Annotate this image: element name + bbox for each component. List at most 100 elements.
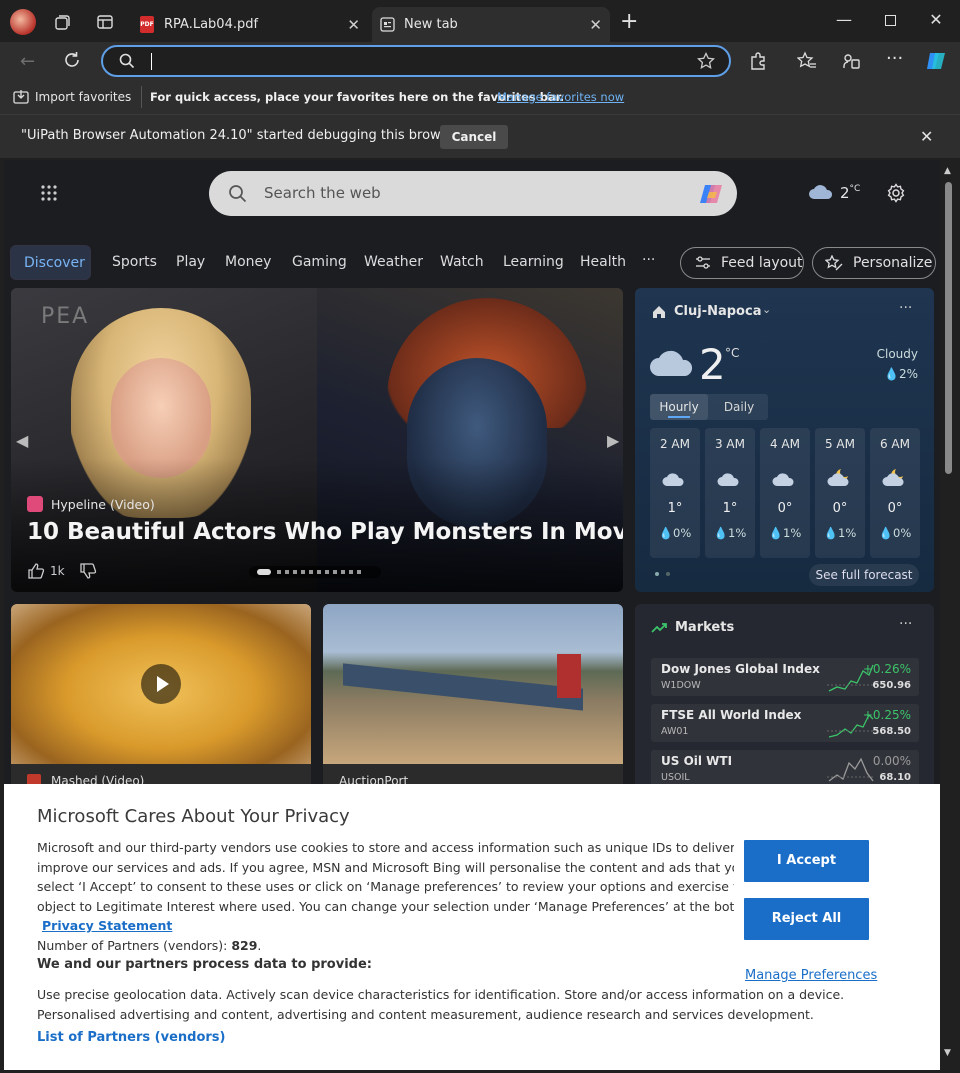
more-tabs-button[interactable]: ··· [642, 252, 655, 268]
hero-source: Hypeline (Video) [51, 497, 155, 512]
home-icon [652, 305, 666, 319]
tab-pdf[interactable]: PDF RPA.Lab04.pdf ✕ [130, 7, 368, 42]
page-scrollbar[interactable]: ▲ ▼ [941, 160, 956, 1070]
maximize-icon[interactable] [878, 10, 902, 32]
tab-new-tab[interactable]: New tab ✕ [372, 7, 610, 42]
hour-precip: 💧1% [768, 526, 802, 540]
close-infobar-icon[interactable]: ✕ [920, 127, 933, 146]
market-row[interactable]: FTSE All World Index AW01 +0.25% 568.50 [651, 704, 919, 742]
hour-precip: 💧0% [658, 526, 692, 540]
market-ticker: USOIL [661, 772, 690, 783]
weather-precip: 💧2% [884, 367, 918, 381]
extensions-icon[interactable] [748, 51, 768, 71]
title-bar: PDF RPA.Lab04.pdf ✕ New tab ✕ + — ✕ [0, 0, 960, 42]
text-caret [151, 53, 152, 70]
new-tab-button[interactable]: + [620, 9, 638, 34]
tab-gaming[interactable]: Gaming [292, 254, 347, 270]
app-launcher-icon[interactable] [40, 184, 58, 202]
collections-icon[interactable] [841, 51, 861, 71]
tab-watch[interactable]: Watch [440, 254, 484, 270]
tab-sports[interactable]: Sports [112, 254, 157, 270]
hero-headline[interactable]: 10 Beautiful Actors Who Play Monsters In… [27, 519, 623, 545]
weather-card[interactable]: Cluj-Napoca ⌄ ··· 2 °C Cloudy 💧2% Hourly… [635, 288, 934, 592]
see-full-forecast-link[interactable]: See full forecast [809, 564, 919, 586]
scroll-down-icon[interactable]: ▼ [944, 1048, 951, 1058]
tab-learning[interactable]: Learning [503, 254, 564, 270]
refresh-icon[interactable] [62, 50, 82, 70]
carousel-dots[interactable] [249, 566, 381, 578]
hour-temp: 1° [722, 501, 738, 516]
manage-preferences-link[interactable]: Manage Preferences [745, 968, 877, 983]
privacy-statement-link[interactable]: Privacy Statement [42, 916, 172, 936]
carousel-prev-icon[interactable]: ◀ [16, 431, 28, 450]
dislike-icon[interactable] [79, 562, 97, 580]
market-row[interactable]: Dow Jones Global Index W1DOW +0.26% 650.96 [651, 658, 919, 696]
weather-unit[interactable]: °C [725, 346, 739, 360]
market-change: 0.00% [872, 754, 911, 768]
feed-card-trailer[interactable]: AuctionPort [323, 604, 623, 804]
back-icon[interactable]: ← [20, 51, 35, 72]
close-tab-icon[interactable]: ✕ [347, 16, 360, 34]
reject-all-button[interactable]: Reject All [744, 898, 869, 940]
partners-count-line: Number of Partners (vendors): 829. [37, 937, 262, 953]
address-bar[interactable] [101, 45, 731, 77]
more-options-icon[interactable]: ··· [899, 300, 912, 316]
import-favorites-button[interactable]: Import favorites [35, 90, 131, 104]
list-of-partners-link[interactable]: List of Partners (vendors) [37, 1028, 225, 1048]
hero-carousel[interactable]: PEA ◀ ▶ Hypeline (Video) 10 Beautiful Ac… [11, 288, 623, 592]
cloud-icon [717, 467, 743, 487]
personalize-button[interactable]: Personalize [812, 247, 936, 279]
tab-discover[interactable]: Discover [10, 245, 91, 280]
market-row[interactable]: US Oil WTI USOIL 0.00% 68.10 [651, 750, 919, 788]
scrollbar-thumb[interactable] [945, 182, 952, 474]
web-search-box[interactable]: Search the web [209, 171, 737, 216]
copilot-icon[interactable] [697, 180, 725, 208]
tab-health[interactable]: Health [580, 254, 626, 270]
hour-temp: 0° [777, 501, 793, 516]
accept-button[interactable]: I Accept [744, 840, 869, 882]
feed-layout-button[interactable]: Feed layout [680, 247, 804, 279]
scroll-up-icon[interactable]: ▲ [944, 166, 951, 176]
vertical-tabs-icon[interactable] [96, 13, 114, 31]
carousel-next-icon[interactable]: ▶ [607, 431, 619, 450]
pdf-icon: PDF [140, 16, 154, 33]
feed-card-fries[interactable]: Mashed (Video) [11, 604, 311, 804]
tab-title: RPA.Lab04.pdf [164, 17, 259, 32]
add-favorite-star-icon[interactable] [697, 52, 715, 70]
weather-temp: 2 [699, 340, 726, 389]
hour-label: 5 AM [824, 437, 855, 451]
more-options-icon[interactable]: ··· [899, 616, 912, 632]
privacy-consent-banner: Microsoft Cares About Your Privacy Micro… [4, 784, 940, 1070]
divider [141, 86, 142, 108]
hour-temp: 0° [832, 501, 848, 516]
minimize-icon[interactable]: — [832, 10, 856, 32]
tab-weather[interactable]: Weather [364, 254, 423, 270]
like-icon[interactable] [27, 562, 45, 580]
forecast-toggle: Hourly Daily [650, 394, 768, 420]
hour-precip: 💧1% [713, 526, 747, 540]
play-video-icon[interactable] [141, 664, 181, 704]
weather-city[interactable]: Cluj-Napoca [674, 304, 761, 319]
tab-money[interactable]: Money [225, 254, 271, 270]
tab-daily[interactable]: Daily [710, 394, 768, 420]
search-input[interactable]: Search the web [264, 184, 381, 202]
cloud-icon [662, 467, 688, 487]
market-name: US Oil WTI [661, 754, 733, 768]
copilot-icon[interactable] [924, 49, 948, 73]
favorites-icon[interactable] [797, 51, 817, 71]
more-menu-icon[interactable]: ··· [886, 48, 903, 69]
profile-avatar[interactable] [10, 9, 36, 35]
close-tab-icon[interactable]: ✕ [589, 16, 602, 34]
cancel-debugging-button[interactable]: Cancel [440, 125, 508, 149]
tab-play[interactable]: Play [176, 254, 205, 270]
debugging-info-bar: "UiPath Browser Automation 24.10" starte… [0, 114, 960, 158]
markets-card[interactable]: Markets ··· Dow Jones Global Index W1DOW +… [635, 604, 934, 804]
workspaces-icon[interactable] [54, 13, 72, 31]
hour-precip: 💧1% [823, 526, 857, 540]
page-settings-gear-icon[interactable] [886, 183, 906, 203]
manage-favorites-link[interactable]: Manage favorites now [497, 90, 624, 104]
sliders-icon [695, 256, 711, 270]
cloud-icon [772, 467, 798, 487]
chevron-down-icon[interactable]: ⌄ [762, 303, 771, 316]
close-window-icon[interactable]: ✕ [924, 10, 948, 32]
